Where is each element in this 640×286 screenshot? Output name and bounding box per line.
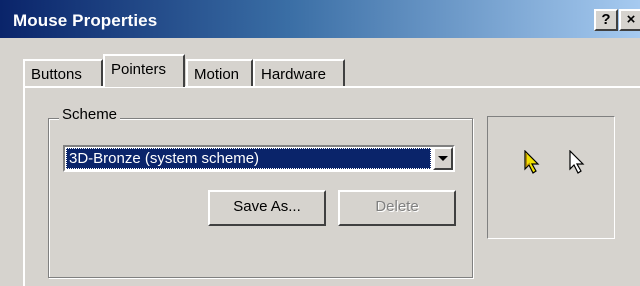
scheme-group-label: Scheme — [59, 106, 121, 123]
scheme-selected-value[interactable]: 3D-Bronze (system scheme) — [66, 148, 431, 169]
chevron-down-icon[interactable] — [433, 147, 453, 170]
white-arrow-cursor-icon — [569, 150, 585, 174]
title-bar[interactable]: Mouse Properties ? × — [0, 0, 640, 38]
tab-buttons[interactable]: Buttons — [23, 59, 103, 87]
window-title: Mouse Properties — [13, 11, 158, 30]
tab-motion[interactable]: Motion — [186, 59, 253, 87]
cursor-preview-box — [487, 116, 615, 239]
tab-hardware[interactable]: Hardware — [253, 59, 345, 87]
bronze-arrow-cursor-icon — [524, 150, 540, 174]
help-button[interactable]: ? — [594, 9, 618, 31]
mouse-properties-window: Mouse Properties ? × Buttons Pointers Mo… — [0, 0, 640, 286]
save-as-button[interactable]: Save As... — [208, 190, 326, 226]
scheme-combobox[interactable]: 3D-Bronze (system scheme) — [63, 145, 455, 172]
delete-button[interactable]: Delete — [338, 190, 456, 226]
tab-pointers[interactable]: Pointers — [103, 54, 185, 87]
close-button[interactable]: × — [619, 9, 640, 31]
